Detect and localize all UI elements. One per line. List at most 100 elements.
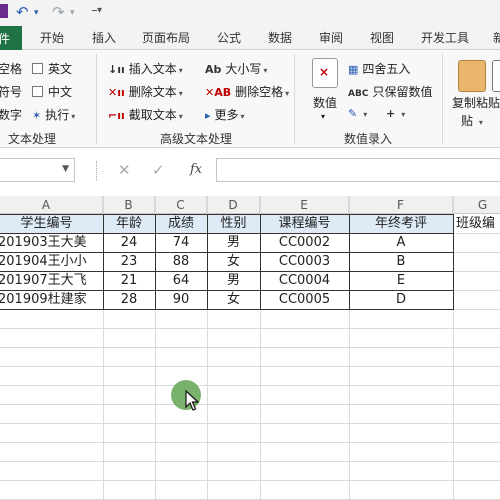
table-cell[interactable]: 201904王小小 — [0, 252, 103, 271]
new-icon[interactable] — [492, 60, 500, 92]
table-cell[interactable]: CC0003 — [260, 252, 349, 271]
group-label-advanced-text: 高级文本处理 — [160, 132, 233, 146]
space-button[interactable]: 空格 — [0, 60, 22, 77]
customize-quick-access-icon[interactable]: ⎯▾ — [92, 5, 102, 16]
group-label-text-process: 文本处理 — [8, 132, 57, 146]
table-header-cell[interactable]: 年龄 — [103, 214, 155, 233]
copy-paste-icon[interactable] — [458, 60, 486, 92]
tab-formulas[interactable]: 公式 — [217, 29, 241, 46]
redo-dropdown-icon[interactable]: ▾ — [70, 8, 75, 18]
more-button[interactable]: ▸ 更多 ▾ — [205, 106, 245, 123]
symbol-button[interactable]: 符号 — [0, 83, 22, 100]
delete-space-button[interactable]: ✕AB 删除空格 ▾ — [205, 83, 289, 100]
name-box[interactable]: ▼ — [0, 158, 75, 182]
tab-page-layout[interactable]: 页面布局 — [142, 29, 190, 46]
table-cell[interactable]: B — [349, 252, 453, 271]
chevron-down-icon: ▾ — [178, 112, 183, 121]
numeric-button[interactable]: 数值 — [313, 94, 337, 111]
undo-icon[interactable]: ↶ — [16, 3, 29, 21]
table-cell[interactable]: 88 — [155, 252, 207, 271]
paste-label: 贴 ▾ — [461, 114, 483, 128]
table-cell[interactable]: 女 — [207, 290, 260, 309]
table-header-cell[interactable]: 课程编号 — [260, 214, 349, 233]
column-header-c[interactable]: C — [155, 196, 207, 214]
tab-review[interactable]: 审阅 — [319, 29, 343, 46]
table-cell[interactable]: A — [349, 233, 453, 252]
numeric-big-icon[interactable]: × — [312, 58, 338, 88]
chinese-checkbox[interactable]: 中文 — [32, 83, 72, 100]
table-cell[interactable]: 74 — [155, 233, 207, 252]
table-cell[interactable]: 64 — [155, 271, 207, 290]
round-icon: ▦ — [348, 63, 359, 76]
table-cell[interactable]: CC0002 — [260, 233, 349, 252]
table-cell[interactable]: 201903王大美 — [0, 233, 103, 252]
table-header-cell[interactable]: 成绩 — [155, 214, 207, 233]
delete-text-button[interactable]: ✕ıı 删除文本 ▾ — [108, 83, 183, 100]
column-header-b[interactable]: B — [103, 196, 155, 214]
column-header-d[interactable]: D — [207, 196, 260, 214]
chevron-down-icon: ▾ — [285, 89, 290, 98]
chevron-down-icon: ▾ — [401, 110, 406, 119]
table-cell[interactable]: CC0004 — [260, 271, 349, 290]
table-header-cell[interactable]: 班级编 — [456, 214, 500, 233]
column-header-e[interactable]: E — [260, 196, 349, 214]
save-icon[interactable] — [0, 4, 8, 18]
table-cell[interactable]: 21 — [103, 271, 155, 290]
table-cell[interactable]: 女 — [207, 252, 260, 271]
insert-function-icon[interactable]: fx — [190, 162, 202, 177]
digit-button[interactable]: 数字 — [0, 106, 22, 123]
round-button[interactable]: ▦ 四舍五入 — [348, 60, 410, 77]
ribbon: 空格 英文 符号 中文 数字 ✶ 执行 ▾ 文本处理 ↓ıı 插入文本 ▾ ✕ıı 删除文… — [0, 50, 500, 148]
more-icon: ▸ — [205, 109, 211, 122]
title-bar: ↶ ▾ ↷ ▾ ⎯▾ — [0, 0, 500, 26]
table-cell[interactable]: 201909杜建家 — [0, 290, 103, 309]
column-header-f[interactable]: F — [349, 196, 453, 214]
tab-developer[interactable]: 开发工具 — [421, 29, 469, 46]
cancel-icon[interactable]: ✕ — [118, 161, 131, 179]
tab-new[interactable]: 新 — [493, 29, 500, 46]
tab-home[interactable]: 开始 — [40, 29, 64, 46]
execute-icon: ✶ — [32, 109, 42, 122]
edit-icon: ✎ — [348, 107, 358, 120]
confirm-icon[interactable]: ✓ — [152, 161, 165, 179]
redo-icon[interactable]: ↷ — [52, 3, 65, 21]
table-cell[interactable]: 90 — [155, 290, 207, 309]
table-cell[interactable]: 24 — [103, 233, 155, 252]
chevron-down-icon: ▾ — [321, 112, 326, 121]
extract-text-button[interactable]: ⌐ıı 截取文本 ▾ — [108, 106, 183, 123]
table-cell[interactable]: CC0005 — [260, 290, 349, 309]
execute-button[interactable]: ✶ 执行 ▾ — [32, 106, 75, 123]
table-cell[interactable]: 男 — [207, 233, 260, 252]
case-button[interactable]: Ab 大小写 ▾ — [205, 60, 267, 77]
checkbox-icon — [32, 86, 43, 97]
formula-input[interactable] — [216, 158, 500, 182]
delete-space-icon: ✕AB — [205, 86, 232, 99]
table-cell[interactable]: 201907王大飞 — [0, 271, 103, 290]
tab-insert[interactable]: 插入 — [92, 29, 116, 46]
tab-file[interactable]: 件 — [0, 26, 22, 50]
insert-text-button[interactable]: ↓ıı 插入文本 ▾ — [108, 60, 183, 77]
copy-paste-button[interactable]: 复制粘贴 — [452, 94, 500, 111]
chevron-down-icon: ▾ — [178, 89, 183, 98]
keep-number-icon: ABC — [348, 89, 369, 99]
column-header-a[interactable]: A — [0, 196, 103, 214]
english-checkbox[interactable]: 英文 — [32, 60, 72, 77]
table-cell[interactable]: 23 — [103, 252, 155, 271]
edit-dropdown-button[interactable]: ✎ ▾ — [348, 106, 367, 120]
case-icon: Ab — [205, 63, 222, 76]
extract-text-icon: ⌐ıı — [108, 109, 125, 122]
table-header-cell[interactable]: 学生编号 — [0, 214, 103, 233]
table-cell[interactable]: E — [349, 271, 453, 290]
chevron-down-icon: ▾ — [178, 66, 183, 75]
table-cell[interactable]: 男 — [207, 271, 260, 290]
table-header-cell[interactable]: 年终考评 — [349, 214, 453, 233]
column-header-g[interactable]: G — [453, 196, 500, 214]
tab-data[interactable]: 数据 — [268, 29, 292, 46]
table-cell[interactable]: D — [349, 290, 453, 309]
tab-view[interactable]: 视图 — [370, 29, 394, 46]
add-dropdown-button[interactable]: + ▾ — [386, 106, 405, 120]
table-cell[interactable]: 28 — [103, 290, 155, 309]
undo-dropdown-icon[interactable]: ▾ — [34, 8, 39, 18]
table-header-cell[interactable]: 性别 — [207, 214, 260, 233]
keep-number-button[interactable]: ABC 只保留数值 — [348, 83, 432, 100]
